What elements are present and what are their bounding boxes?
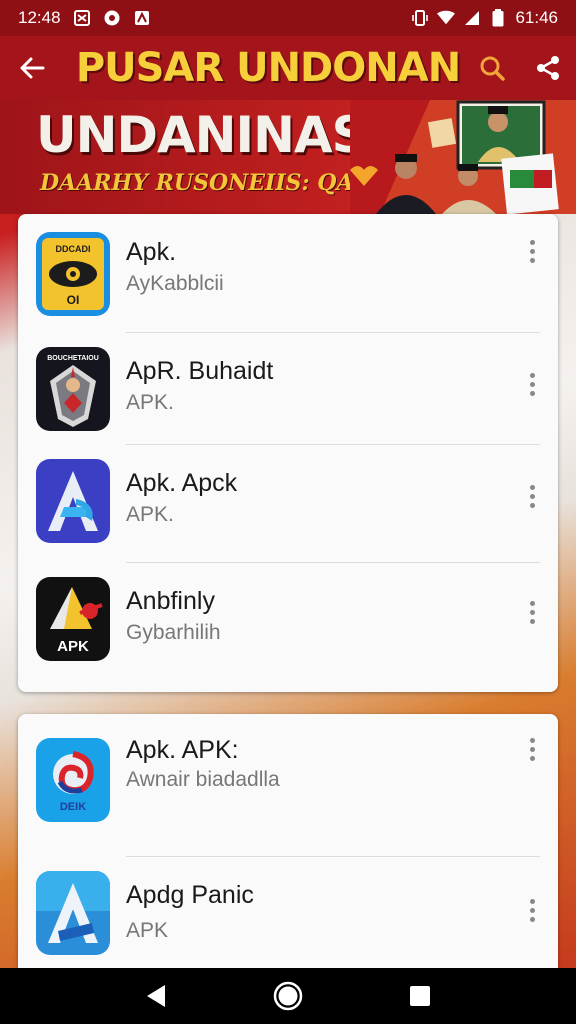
app-subtitle: Awnair biadadlla — [126, 768, 280, 791]
back-button[interactable] — [0, 36, 64, 100]
letter-a-icon — [36, 459, 110, 543]
app-subtitle: APK. — [126, 503, 174, 526]
swirl-badge-label: DEIK — [60, 801, 86, 813]
square-recents-icon — [410, 986, 430, 1006]
apk-pen-icon: APK — [36, 577, 110, 661]
app-name: ApR. Buhaidt — [126, 357, 274, 385]
eye-badge-bottom-label: OI — [67, 293, 80, 307]
letter-a-blue-icon — [36, 871, 110, 955]
eye-badge-top-label: DDCADI — [56, 244, 91, 254]
swirl-badge-icon: DEIK — [36, 738, 110, 822]
arrow-left-icon — [20, 57, 45, 79]
record-icon — [103, 9, 121, 27]
share-icon — [537, 56, 559, 80]
battery-icon — [489, 9, 507, 27]
app-name: Apdg Panic — [126, 881, 254, 909]
share-button[interactable] — [520, 36, 576, 100]
system-nav-bar — [0, 968, 576, 1024]
notification-icon — [73, 9, 91, 27]
more-options-button[interactable] — [520, 369, 544, 399]
vibrate-icon — [411, 9, 429, 27]
wifi-icon — [437, 9, 456, 27]
warrior-badge-label: BOUCHETAIOU — [47, 355, 99, 362]
app-name: Anbfinly — [126, 587, 215, 615]
app-list-card: DDCADI OI Apk. AyKabblcii BOUCHETAIOU Ap — [18, 214, 558, 692]
more-options-button[interactable] — [520, 236, 544, 266]
triangle-back-icon — [147, 985, 165, 1007]
list-item[interactable]: DEIK Apk. APK: Awnair biadadlla — [18, 714, 558, 856]
nav-recents-button[interactable] — [400, 976, 440, 1016]
list-item[interactable]: DDCADI OI Apk. AyKabblcii — [18, 214, 558, 332]
list-item[interactable]: Apdg Panic APK — [18, 857, 558, 968]
app-name: Apk. Apck — [126, 469, 238, 497]
app-subtitle: Gybarhilih — [126, 621, 221, 644]
circle-home-icon — [273, 981, 303, 1011]
search-icon — [480, 56, 505, 81]
warrior-shield-icon: BOUCHETAIOU — [36, 347, 110, 431]
eye-badge-icon: DDCADI OI — [36, 232, 110, 316]
app-list-card: DEIK Apk. APK: Awnair biadadlla Apdg Pan… — [18, 714, 558, 968]
status-bar: 12:48 61:46 — [0, 0, 576, 36]
more-options-button[interactable] — [520, 895, 544, 925]
app-title: PUSAR UNDONAN — [75, 45, 461, 91]
status-time-secondary: 61:46 — [515, 8, 558, 27]
banner-photo-collage — [350, 100, 576, 214]
app-subtitle: APK — [126, 919, 169, 942]
list-item[interactable]: Apk. Apck APK. — [18, 445, 558, 562]
app-notification-icon — [133, 9, 151, 27]
more-options-button[interactable] — [520, 481, 544, 511]
app-subtitle: APK. — [126, 391, 174, 414]
app-subtitle: AyKabblcii — [126, 272, 224, 295]
search-button[interactable] — [464, 36, 520, 100]
app-bar: PUSAR UNDONAN — [0, 36, 576, 100]
nav-back-button[interactable] — [136, 976, 176, 1016]
apk-label: APK — [57, 638, 89, 655]
more-options-button[interactable] — [520, 734, 544, 764]
app-name: Apk. APK: — [126, 736, 239, 764]
app-name: Apk. — [126, 238, 177, 266]
list-item[interactable]: APK Anbfinly Gybarhilih — [18, 563, 558, 692]
status-time: 12:48 — [18, 8, 61, 27]
nav-home-button[interactable] — [268, 976, 308, 1016]
signal-icon — [463, 9, 481, 27]
promo-banner[interactable]: UNDANINASIA DAARHY RUSONEIIS: QACIIK — [0, 100, 576, 214]
list-item[interactable]: BOUCHETAIOU ApR. Buhaidt APK. — [18, 333, 558, 444]
more-options-button[interactable] — [520, 597, 544, 627]
